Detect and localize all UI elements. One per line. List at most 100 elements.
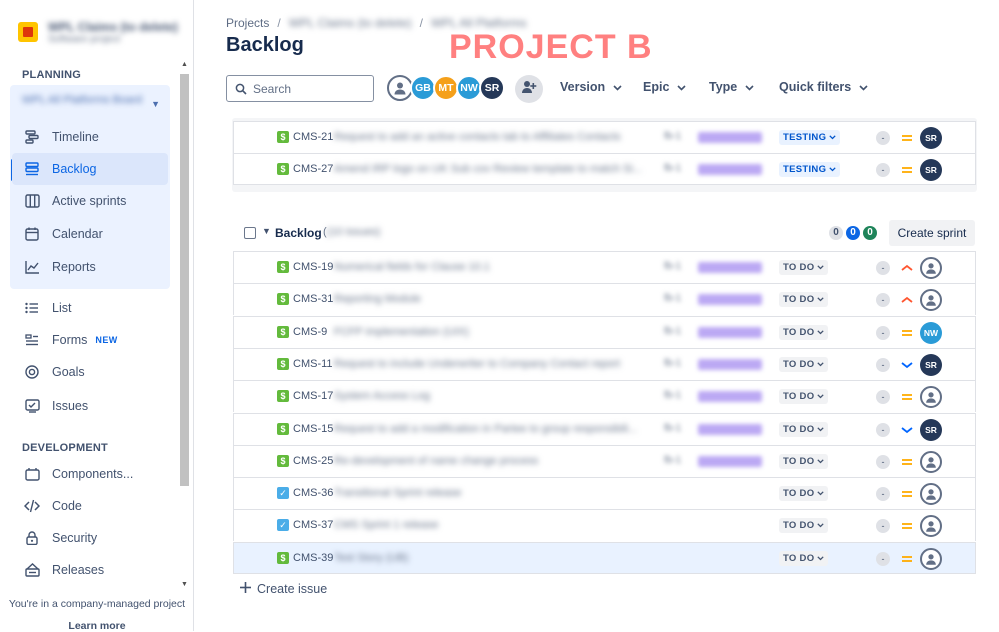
sidebar-item-issues[interactable]: Issues <box>12 390 168 422</box>
status-dropdown[interactable]: TO DO <box>779 486 829 502</box>
backlog-select-checkbox[interactable] <box>244 227 256 239</box>
issue-summary[interactable]: Numerical fields for Clause 10.1 <box>334 261 490 273</box>
create-sprint-button[interactable]: Create sprint <box>889 220 975 246</box>
issue-summary[interactable]: Request to include Underwriter to Compan… <box>334 358 620 370</box>
assignee-avatar[interactable]: SR <box>920 353 942 376</box>
story-points-badge[interactable]: - <box>876 422 890 437</box>
story-points-badge[interactable]: - <box>876 325 890 340</box>
breadcrumb-projects[interactable]: Projects <box>226 16 269 30</box>
sidebar-item-security[interactable]: Security <box>12 522 168 554</box>
issue-row[interactable]: $ CMS-11 Request to include Underwriter to… <box>233 347 976 380</box>
issue-key[interactable]: CMS-27 <box>293 163 333 175</box>
type-filter[interactable]: Type <box>709 80 754 94</box>
status-dropdown[interactable]: TO DO <box>779 292 829 308</box>
chevron-down-icon[interactable]: ▼ <box>262 226 271 236</box>
epic-filter[interactable]: Epic <box>643 80 686 94</box>
status-dropdown[interactable]: TO DO <box>779 260 829 275</box>
assignee-avatar[interactable] <box>920 450 942 473</box>
story-points-badge[interactable]: - <box>876 551 890 566</box>
project-header[interactable]: WPL Claims (to delete) Software project <box>18 18 178 46</box>
status-dropdown[interactable]: TESTING <box>779 130 841 145</box>
issue-summary[interactable]: Transitional Sprint release <box>334 487 461 499</box>
story-points-badge[interactable]: - <box>876 357 890 372</box>
issue-key[interactable]: CMS-36 <box>293 487 333 499</box>
issue-summary[interactable]: Reporting Module <box>334 293 421 305</box>
status-dropdown[interactable]: TO DO <box>779 550 829 566</box>
sidebar-scrollbar[interactable]: ▲ ▼ <box>179 60 190 590</box>
sidebar-item-reports[interactable]: Reports <box>12 251 168 283</box>
issue-key[interactable]: CMS-25 <box>293 455 333 467</box>
issue-summary[interactable]: CMS Sprint 1 release <box>334 519 439 531</box>
epic-lozenge[interactable] <box>698 164 762 176</box>
issue-row[interactable]: $ CMS-19 Numerical fields for Clause 10.1 f… <box>233 251 976 283</box>
issue-key[interactable]: CMS-17 <box>293 390 333 402</box>
assignee-avatar[interactable]: SR <box>920 159 942 182</box>
story-points-badge[interactable]: - <box>876 261 890 275</box>
issue-key[interactable]: CMS-39 <box>293 552 333 564</box>
story-points-badge[interactable]: - <box>876 487 890 502</box>
assignee-avatar[interactable] <box>920 289 942 312</box>
assignee-avatar[interactable] <box>920 483 942 506</box>
scroll-down-icon[interactable]: ▼ <box>180 580 189 590</box>
search-box[interactable] <box>226 75 374 102</box>
status-dropdown[interactable]: TO DO <box>779 324 829 340</box>
sidebar-item-goals[interactable]: Goals <box>12 356 168 388</box>
story-points-badge[interactable]: - <box>876 131 890 145</box>
search-input[interactable] <box>253 81 363 96</box>
learn-more-link[interactable]: Learn more <box>0 620 194 632</box>
issue-key[interactable]: CMS-15 <box>293 423 333 435</box>
issue-row[interactable]: $ CMS-31 Reporting Module fb-1 TO DO - <box>233 283 976 316</box>
issue-summary[interactable]: Request to add an active contacts tab to… <box>334 131 621 143</box>
assignee-avatar[interactable] <box>920 386 942 409</box>
status-dropdown[interactable]: TO DO <box>779 453 829 469</box>
issue-summary[interactable]: System Access Log <box>334 390 430 402</box>
epic-lozenge[interactable] <box>698 132 762 143</box>
story-points-badge[interactable]: - <box>876 454 890 469</box>
quick-filters[interactable]: Quick filters <box>779 80 868 94</box>
story-points-badge[interactable]: - <box>876 519 890 534</box>
issue-row[interactable]: $ CMS-21 Request to add an active contacts… <box>233 121 976 153</box>
issue-key[interactable]: CMS-19 <box>293 261 333 273</box>
issue-key[interactable]: CMS-37 <box>293 519 333 531</box>
issue-summary[interactable]: Amend IRP logo on UK Sub cov Review temp… <box>334 163 642 175</box>
issue-row[interactable]: $ CMS-39 Test Story (UB) TO DO - <box>233 541 976 574</box>
issue-row[interactable]: $ CMS-15 Request to add a modification in … <box>233 412 976 445</box>
issue-row[interactable]: $ CMS-17 System Access Log fb-1 TO DO - <box>233 380 976 413</box>
sidebar-item-code[interactable]: Code <box>12 490 168 522</box>
epic-lozenge[interactable] <box>698 391 762 403</box>
status-dropdown[interactable]: TO DO <box>779 518 829 534</box>
issue-row[interactable]: $ CMS-9 FCFP implementation (UIX) fb-1 TO DO… <box>233 315 976 348</box>
status-dropdown[interactable]: TO DO <box>779 421 829 437</box>
sidebar-item-timeline[interactable]: Timeline <box>12 121 168 153</box>
assignee-avatar[interactable] <box>920 515 942 538</box>
sidebar-item-calendar[interactable]: Calendar <box>12 218 168 250</box>
epic-lozenge[interactable] <box>698 423 762 435</box>
assignee-avatar[interactable] <box>920 547 942 570</box>
sidebar-item-list[interactable]: List <box>12 292 168 324</box>
story-points-badge[interactable]: - <box>876 293 890 308</box>
issue-key[interactable]: CMS-31 <box>293 293 333 305</box>
issue-summary[interactable]: Request to add a modification in Partee … <box>334 423 637 435</box>
assignee-avatar[interactable]: NW <box>920 321 942 344</box>
story-points-badge[interactable]: - <box>876 390 890 405</box>
issue-summary[interactable]: FCFP implementation (UIX) <box>334 326 469 338</box>
sidebar-item-active-sprints[interactable]: Active sprints <box>12 185 168 217</box>
status-dropdown[interactable]: TO DO <box>779 389 829 405</box>
sidebar-item-releases[interactable]: Releases <box>12 554 168 586</box>
story-points-badge[interactable]: - <box>876 163 890 178</box>
scroll-thumb[interactable] <box>180 74 189 486</box>
epic-lozenge[interactable] <box>698 262 762 273</box>
add-people-button[interactable] <box>515 75 543 103</box>
assignee-avatar[interactable]: SR <box>920 418 942 441</box>
epic-lozenge[interactable] <box>698 294 762 306</box>
board-selector[interactable]: WPL All Platforms Board <box>22 93 154 107</box>
issue-row[interactable]: ✓ CMS-36 Transitional Sprint release TO DO - <box>233 477 976 510</box>
sidebar-item-backlog[interactable]: Backlog <box>12 153 168 185</box>
avatar[interactable]: SR <box>479 75 505 101</box>
issue-row[interactable]: $ CMS-25 Re-development of name change pro… <box>233 444 976 477</box>
assignee-avatar[interactable]: SR <box>920 127 942 149</box>
epic-lozenge[interactable] <box>698 326 762 338</box>
issue-summary[interactable]: Re-development of name change process <box>334 455 538 467</box>
issue-key[interactable]: CMS-9 <box>293 326 327 338</box>
status-dropdown[interactable]: TO DO <box>779 356 829 372</box>
